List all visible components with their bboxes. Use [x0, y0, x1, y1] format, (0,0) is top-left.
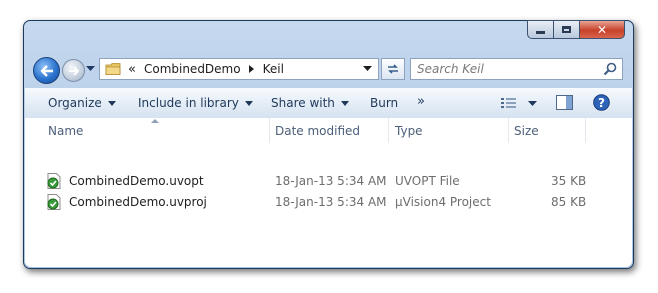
file-date-modified: 18-Jan-13 5:34 AM — [275, 174, 387, 188]
keil-project-file-icon — [47, 173, 61, 189]
address-history-chevron-down-icon[interactable] — [363, 66, 372, 72]
include-in-library-menu[interactable]: Include in library — [138, 96, 253, 110]
explorer-window: ✕ « CombinedDemo Keil Search Keil Organi… — [23, 20, 634, 269]
file-size: 85 KB — [551, 195, 587, 209]
more-commands-button[interactable]: » — [417, 94, 425, 109]
search-box[interactable] — [410, 58, 623, 80]
navigation-bar: « CombinedDemo Keil — [24, 55, 633, 85]
share-with-chevron-down-icon — [340, 101, 349, 106]
maximize-button[interactable] — [554, 20, 580, 39]
search-input[interactable] — [417, 61, 597, 77]
refresh-button[interactable] — [381, 58, 405, 80]
breadcrumb-separator-chevron-right-icon[interactable] — [248, 65, 255, 73]
minimize-icon — [536, 31, 545, 34]
search-icon[interactable] — [603, 62, 617, 76]
column-header-size[interactable]: Size — [514, 124, 539, 138]
column-divider[interactable] — [508, 118, 509, 143]
svg-text:?: ? — [598, 96, 605, 110]
include-in-library-chevron-down-icon — [244, 101, 253, 106]
column-header-name[interactable]: Name — [48, 124, 83, 138]
breadcrumb-item-combineddemo[interactable]: CombinedDemo — [144, 62, 241, 76]
column-header-date-modified[interactable]: Date modified — [275, 124, 360, 138]
refresh-icon — [388, 64, 398, 74]
organize-chevron-down-icon — [107, 101, 116, 106]
close-button[interactable]: ✕ — [580, 20, 625, 39]
breadcrumb-item-keil[interactable]: Keil — [263, 62, 284, 76]
sort-ascending-icon — [151, 119, 159, 123]
address-bar[interactable]: « CombinedDemo Keil — [99, 58, 379, 80]
column-divider[interactable] — [585, 118, 586, 143]
help-button[interactable]: ? — [593, 94, 610, 114]
change-view-button[interactable] — [501, 97, 517, 112]
file-type: UVOPT File — [395, 174, 460, 188]
preview-pane-button[interactable] — [556, 95, 573, 113]
column-header-type[interactable]: Type — [395, 124, 423, 138]
column-divider[interactable] — [388, 118, 389, 143]
file-date-modified: 18-Jan-13 5:34 AM — [275, 195, 387, 209]
minimize-button[interactable] — [527, 20, 554, 39]
forward-button[interactable] — [62, 59, 85, 82]
back-arrow-icon — [40, 64, 53, 77]
command-bar: Organize Include in library Share with B… — [25, 88, 632, 119]
back-button[interactable] — [33, 57, 60, 84]
recent-pages-chevron-down-icon[interactable] — [86, 66, 95, 72]
maximize-icon — [562, 26, 571, 33]
file-name: CombinedDemo.uvproj — [69, 195, 207, 209]
burn-button[interactable]: Burn — [370, 96, 398, 110]
preview-pane-icon — [556, 95, 573, 110]
breadcrumb-overflow[interactable]: « — [128, 62, 136, 77]
close-icon: ✕ — [596, 22, 608, 37]
burn-label: Burn — [370, 96, 399, 110]
folder-icon — [105, 63, 121, 75]
caption-buttons: ✕ — [527, 20, 625, 40]
file-row-uvopt[interactable]: CombinedDemo.uvopt 18-Jan-13 5:34 AM UVO… — [25, 171, 632, 191]
view-options-chevron-down-icon[interactable] — [528, 101, 537, 107]
organize-label: Organize — [48, 96, 102, 110]
file-row-uvproj[interactable]: CombinedDemo.uvproj 18-Jan-13 5:34 AM µV… — [25, 192, 632, 212]
details-view-icon — [501, 98, 516, 108]
column-divider[interactable] — [269, 118, 270, 143]
share-with-label: Share with — [271, 96, 335, 110]
share-with-menu[interactable]: Share with — [271, 96, 349, 110]
file-type: µVision4 Project — [395, 195, 491, 209]
forward-arrow-icon — [69, 65, 79, 76]
file-name: CombinedDemo.uvopt — [69, 174, 204, 188]
file-size: 35 KB — [551, 174, 587, 188]
help-icon: ? — [593, 94, 610, 111]
more-commands-chevron-icon: » — [417, 94, 425, 109]
include-in-library-label: Include in library — [138, 96, 239, 110]
uvision-project-file-icon — [47, 194, 61, 210]
file-list: Name Date modified Type Size CombinedDem… — [25, 118, 632, 267]
organize-menu[interactable]: Organize — [48, 96, 116, 110]
